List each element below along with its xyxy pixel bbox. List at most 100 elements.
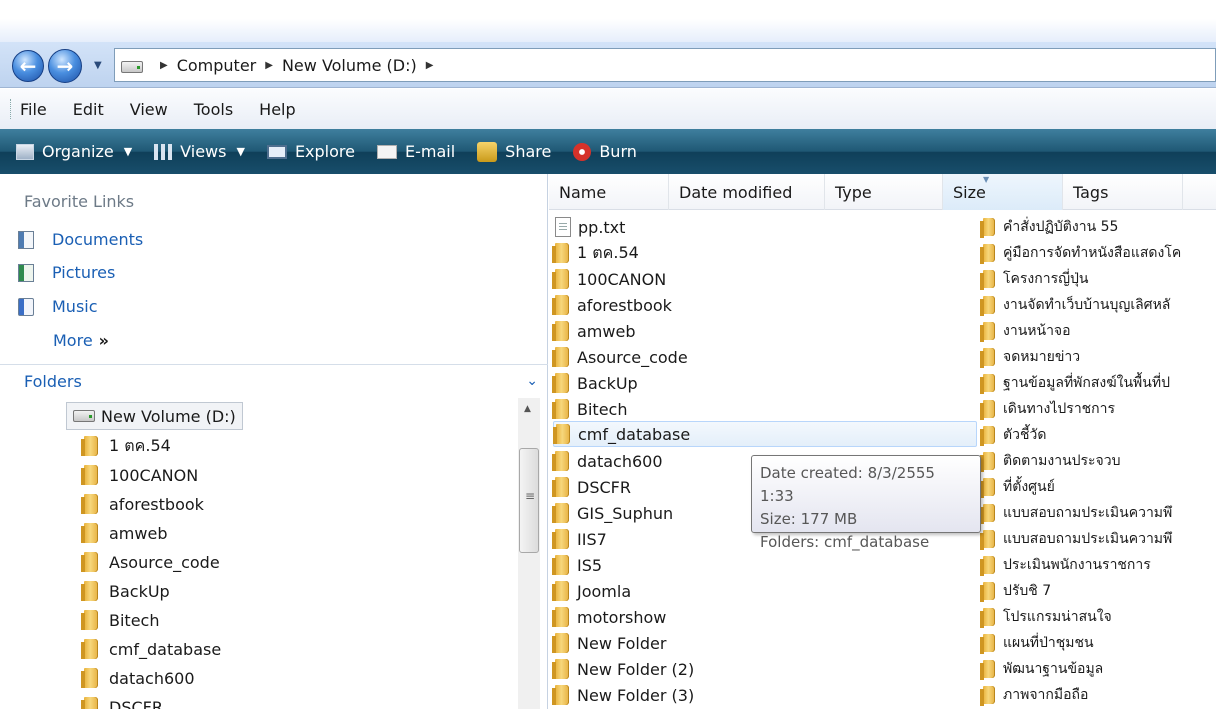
folder-icon <box>980 686 995 706</box>
tree-item[interactable]: datach600 <box>81 664 195 692</box>
tree-root-drive[interactable]: New Volume (D:) <box>66 402 243 430</box>
folder-tree-scrollbar[interactable]: ▲ <box>518 398 540 709</box>
tree-item[interactable]: BackUp <box>81 577 170 605</box>
list-item[interactable]: งานจัดทำเว็บบ้านบุญเลิศหลั <box>980 292 1170 318</box>
list-item[interactable]: ฐานข้อมูลที่พักสงฆ์ในพื้นที่ป <box>980 370 1170 396</box>
list-item[interactable]: แบบสอบถามประเมินความพึ <box>980 526 1172 552</box>
list-item[interactable]: ภาพจากมือถือ <box>980 682 1088 708</box>
list-item[interactable]: พัฒนาฐานข้อมูล <box>980 656 1103 682</box>
burn-button[interactable]: Burn <box>573 142 637 161</box>
list-item[interactable]: จดหมายข่าว <box>980 344 1080 370</box>
list-item[interactable]: คำสั่งปฏิบัติงาน 55 <box>980 214 1118 240</box>
tree-item[interactable]: 100CANON <box>81 461 198 489</box>
explore-label: Explore <box>294 142 355 161</box>
list-item[interactable]: 1 ตค.54 <box>552 240 639 266</box>
column-size-label: Size <box>953 182 986 202</box>
list-item[interactable]: pp.txt <box>555 214 625 240</box>
folder-icon <box>552 347 569 367</box>
list-item-hovered[interactable]: cmf_database <box>553 421 977 447</box>
breadcrumb[interactable]: ▶ Computer ▶ New Volume (D:) ▶ <box>114 48 1216 82</box>
email-button[interactable]: E-mail <box>376 142 455 161</box>
list-item[interactable]: ที่ตั้งศูนย์ <box>980 474 1055 500</box>
list-item[interactable]: โปรแกรมน่าสนใจ <box>980 604 1112 630</box>
folder-icon <box>552 529 569 549</box>
list-item[interactable]: GIS_Suphun <box>552 500 673 526</box>
views-button[interactable]: Views ▼ <box>154 142 245 161</box>
list-item[interactable]: ประเมินพนักงานราชการ <box>980 552 1151 578</box>
folder-icon <box>552 295 569 315</box>
tree-item[interactable]: aforestbook <box>81 490 204 518</box>
chevron-right-icon[interactable]: ▶ <box>160 60 168 71</box>
pictures-icon <box>18 263 34 282</box>
list-item[interactable]: motorshow <box>552 604 666 630</box>
list-item[interactable]: เดินทางไปราชการ <box>980 396 1116 422</box>
list-item[interactable]: Bitech <box>552 396 627 422</box>
column-tags[interactable]: Tags <box>1063 174 1183 210</box>
back-button[interactable]: ← <box>12 50 44 82</box>
menu-edit[interactable]: Edit <box>73 100 104 119</box>
forward-button[interactable]: → <box>48 49 82 83</box>
tree-item[interactable]: Asource_code <box>81 548 220 576</box>
tree-item[interactable]: Bitech <box>81 606 159 634</box>
list-item[interactable]: คู่มือการจัดทำหนังสือแสดงโค <box>980 240 1182 266</box>
list-item[interactable]: BackUp <box>552 370 638 396</box>
folder-icon <box>81 465 98 485</box>
favorite-pictures[interactable]: Pictures <box>18 263 115 282</box>
folder-icon <box>81 697 98 709</box>
list-item[interactable]: ติดตามงานประจวบ <box>980 448 1121 474</box>
favorite-music[interactable]: Music <box>18 297 98 316</box>
more-favorites-link[interactable]: More » <box>53 331 109 350</box>
scrollbar-thumb[interactable] <box>519 448 539 553</box>
scroll-up-icon[interactable]: ▲ <box>524 404 531 414</box>
chevron-right-icon[interactable]: ▶ <box>265 60 273 71</box>
list-item[interactable]: 100CANON <box>552 266 666 292</box>
chevron-right-icon[interactable]: ▶ <box>426 60 434 71</box>
list-item[interactable]: แผนที่ป่าชุมชน <box>980 630 1094 656</box>
list-item[interactable]: New Folder (3) <box>552 682 694 708</box>
menu-tools[interactable]: Tools <box>194 100 233 119</box>
list-item[interactable]: New Folder <box>552 630 666 656</box>
list-item[interactable]: Joomla <box>552 578 631 604</box>
list-item[interactable]: datach600 <box>552 448 663 474</box>
tooltip-date-created: Date created: 8/3/2555 1:33 <box>760 464 935 505</box>
address-bar: ← → ▼ ▶ Computer ▶ New Volume (D:) ▶ <box>0 42 1216 88</box>
list-item[interactable]: amweb <box>552 318 635 344</box>
menu-file[interactable]: File <box>20 100 47 119</box>
folders-header[interactable]: Folders ⌄ <box>0 364 548 398</box>
forward-arrow-icon: → <box>56 54 74 78</box>
list-item[interactable]: New Folder (2) <box>552 656 695 682</box>
breadcrumb-computer[interactable]: Computer <box>177 56 257 75</box>
favorite-documents[interactable]: Documents <box>18 230 143 249</box>
chevron-down-icon[interactable]: ⌄ <box>526 373 538 389</box>
list-item[interactable]: แบบสอบถามประเมินความพึ <box>980 500 1172 526</box>
column-type[interactable]: Type <box>825 174 943 210</box>
breadcrumb-new-volume[interactable]: New Volume (D:) <box>282 56 417 75</box>
list-item-label: Asource_code <box>577 347 688 367</box>
list-item[interactable]: IS5 <box>552 552 602 578</box>
list-item[interactable]: งานหน้าจอ <box>980 318 1071 344</box>
menu-view[interactable]: View <box>130 100 168 119</box>
explore-button[interactable]: Explore <box>266 142 355 161</box>
list-item-label: เดินทางไปราชการ <box>1003 401 1116 417</box>
tree-item[interactable]: amweb <box>81 519 167 547</box>
list-item[interactable]: ตัวชี้วัด <box>980 422 1046 448</box>
list-item[interactable]: โครงการญี่ปุ่น <box>980 266 1088 292</box>
column-size[interactable]: ▼ Size <box>943 174 1063 210</box>
tree-item[interactable]: 1 ตค.54 <box>81 432 171 460</box>
drive-icon <box>73 410 95 422</box>
list-item[interactable]: DSCFR <box>552 474 631 500</box>
tree-item[interactable]: DSCFR <box>81 693 163 709</box>
column-name[interactable]: Name <box>549 174 669 210</box>
tree-item[interactable]: cmf_database <box>81 635 221 663</box>
menu-help[interactable]: Help <box>259 100 295 119</box>
list-item-label: คู่มือการจัดทำหนังสือแสดงโค <box>1003 245 1182 261</box>
list-item-label: New Folder (2) <box>577 659 695 679</box>
list-item[interactable]: Asource_code <box>552 344 688 370</box>
list-item[interactable]: IIS7 <box>552 526 607 552</box>
list-item[interactable]: aforestbook <box>552 292 672 318</box>
list-item[interactable]: ปรับชิ 7 <box>980 578 1051 604</box>
column-date-modified[interactable]: Date modified <box>669 174 825 210</box>
recent-pages-dropdown-icon[interactable]: ▼ <box>94 60 102 71</box>
organize-button[interactable]: Organize ▼ <box>16 142 132 161</box>
share-button[interactable]: Share <box>477 141 551 162</box>
